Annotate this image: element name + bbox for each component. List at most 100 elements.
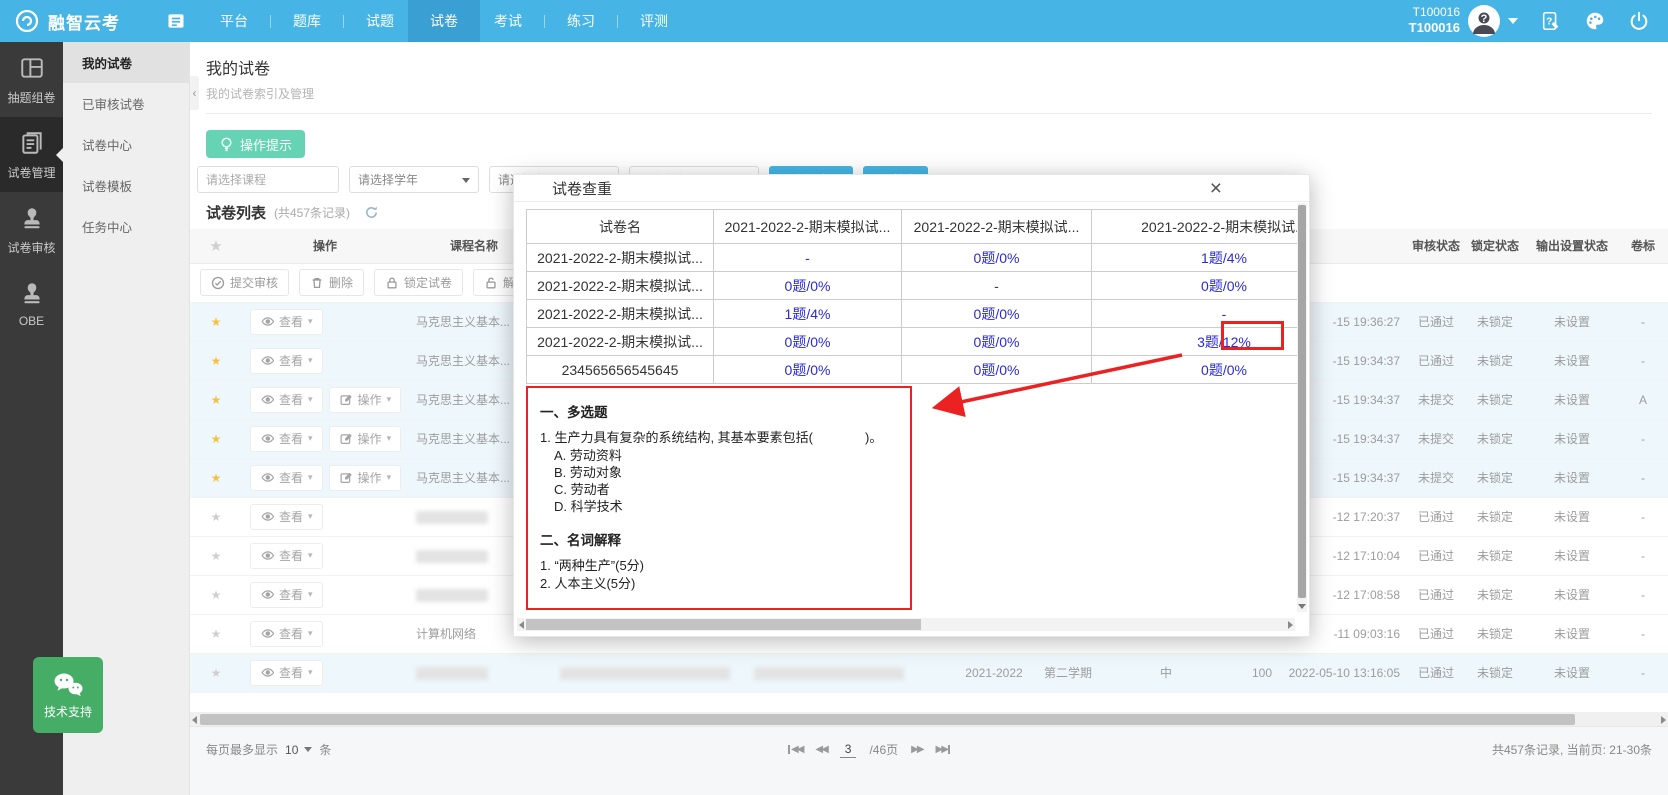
view-button[interactable]: 查看▾	[250, 309, 323, 335]
modal-vertical-scrollbar[interactable]	[1297, 203, 1307, 612]
first-page-button[interactable]: ◀◀	[788, 744, 802, 755]
scrollbar-thumb[interactable]	[526, 619, 921, 630]
duplicate-ratio-cell[interactable]: 0题/0%	[902, 356, 1092, 384]
nav-item-题库[interactable]: 题库	[279, 0, 335, 42]
submenu-item-已审核试卷[interactable]: 已审核试卷	[63, 83, 189, 124]
view-button[interactable]: 查看▾	[250, 660, 323, 686]
scroll-left-icon[interactable]	[519, 621, 524, 629]
modal-horizontal-scrollbar[interactable]	[517, 618, 1295, 631]
review-status-cell: 已通过	[1408, 614, 1464, 653]
锁定试卷-button[interactable]: 锁定试卷	[374, 269, 463, 296]
duplicate-ratio-cell[interactable]: 0题/0%	[1092, 356, 1299, 384]
view-button[interactable]: 查看▾	[250, 387, 323, 413]
view-button[interactable]: 查看▾	[250, 465, 323, 491]
star-filled-icon[interactable]: ★	[190, 302, 242, 341]
paper-label-cell: A	[1618, 380, 1668, 419]
duplicate-ratio-cell[interactable]: 0题/0%	[714, 356, 902, 384]
sidebar-item-OBE[interactable]: OBE	[0, 267, 63, 339]
review-status-cell: 已通过	[1408, 497, 1464, 536]
output-status-cell: 未设置	[1526, 302, 1618, 341]
scrollbar-thumb[interactable]	[1298, 205, 1306, 598]
menu-toggle-icon[interactable]	[166, 11, 186, 31]
chevron-down-icon: ▾	[308, 472, 313, 483]
user-menu-caret-icon[interactable]	[1508, 18, 1518, 24]
删除-button[interactable]: 删除	[299, 269, 364, 296]
sidebar-item-试卷审核[interactable]: 试卷审核	[0, 192, 63, 267]
duplicate-ratio-cell[interactable]: 0题/0%	[714, 328, 902, 356]
nav-item-试题[interactable]: 试题	[352, 0, 408, 42]
nav-item-考试[interactable]: 考试	[480, 0, 536, 42]
nav-item-练习[interactable]: 练习	[553, 0, 609, 42]
nav-item-评测[interactable]: 评测	[626, 0, 682, 42]
submenu-item-我的试卷[interactable]: 我的试卷	[63, 42, 189, 83]
star-empty-icon[interactable]: ★	[190, 614, 242, 653]
redacted-text	[754, 667, 904, 680]
operate-button[interactable]: 操作▾	[329, 387, 402, 413]
last-page-button[interactable]: ▶▶	[936, 744, 950, 755]
duplicate-ratio-cell[interactable]: 1题/4%	[1092, 244, 1299, 272]
star-filled-icon[interactable]: ★	[190, 419, 242, 458]
scroll-left-icon[interactable]	[192, 716, 197, 724]
duplicate-ratio-cell[interactable]: 0题/0%	[902, 300, 1092, 328]
star-filled-icon[interactable]: ★	[190, 458, 242, 497]
operate-button[interactable]: 操作▾	[329, 426, 402, 452]
duplicate-ratio-cell[interactable]: 0题/0%	[902, 328, 1092, 356]
nav-item-试卷[interactable]: 试卷	[408, 0, 480, 42]
sidebar-item-抽题组卷[interactable]: 抽题组卷	[0, 42, 63, 117]
svg-text:?: ?	[1481, 13, 1488, 25]
tech-support-button[interactable]: 技术支持	[33, 657, 103, 733]
scrollbar-thumb[interactable]	[200, 714, 1575, 725]
提交审核-button[interactable]: 提交审核	[200, 269, 289, 296]
refresh-icon[interactable]	[364, 205, 379, 220]
sidebar-item-试卷管理[interactable]: 试卷管理	[0, 117, 63, 192]
submenu-item-试卷模板[interactable]: 试卷模板	[63, 165, 189, 206]
question-line: 2. 人本主义(5分)	[540, 575, 898, 593]
duplicate-ratio-cell[interactable]: 1题/4%	[714, 300, 902, 328]
view-button[interactable]: 查看▾	[250, 543, 323, 569]
submenu-item-任务中心[interactable]: 任务中心	[63, 206, 189, 247]
star-empty-icon[interactable]: ★	[190, 536, 242, 575]
duplicate-ratio-cell[interactable]: 0题/0%	[1092, 272, 1299, 300]
star-filled-icon[interactable]: ★	[190, 341, 242, 380]
view-button[interactable]: 查看▾	[250, 582, 323, 608]
year-filter-select[interactable]: 请选择学年	[349, 166, 479, 193]
logout-power-icon[interactable]	[1628, 10, 1650, 32]
next-page-button[interactable]: ▶▶	[911, 744, 922, 755]
chevron-down-icon: ▾	[308, 589, 313, 600]
star-empty-icon[interactable]: ★	[190, 575, 242, 614]
duplicate-ratio-cell[interactable]: 0题/0%	[902, 244, 1092, 272]
star-empty-icon[interactable]: ★	[190, 653, 242, 692]
page-horizontal-scrollbar[interactable]	[190, 712, 1668, 727]
scroll-down-icon[interactable]	[1298, 604, 1306, 609]
per-page-select[interactable]: 10	[285, 743, 312, 757]
duplicate-ratio-cell[interactable]: 0题/0%	[714, 272, 902, 300]
submenu-item-试卷中心[interactable]: 试卷中心	[63, 124, 189, 165]
scroll-right-icon[interactable]	[1661, 716, 1666, 724]
view-button[interactable]: 查看▾	[250, 504, 323, 530]
operate-button[interactable]: 操作▾	[329, 465, 402, 491]
theme-palette-icon[interactable]	[1584, 10, 1606, 32]
avatar[interactable]: ?	[1468, 5, 1500, 37]
view-button[interactable]: 查看▾	[250, 348, 323, 374]
duplicate-ratio-cell[interactable]: -	[902, 272, 1092, 300]
prev-page-button[interactable]: ◀◀	[815, 744, 826, 755]
chevron-down-icon: ▾	[308, 355, 313, 366]
tips-button[interactable]: 操作提示	[206, 130, 305, 158]
star-empty-icon[interactable]: ★	[190, 497, 242, 536]
page-number-input[interactable]: 3	[840, 742, 857, 758]
scroll-right-icon[interactable]	[1288, 621, 1293, 629]
view-button[interactable]: 查看▾	[250, 621, 323, 647]
star-filled-icon[interactable]: ★	[190, 380, 242, 419]
nav-item-平台[interactable]: 平台	[206, 0, 262, 42]
brand-name: 融智云考	[48, 9, 120, 34]
close-icon[interactable]: ×	[1210, 176, 1222, 202]
duplicate-ratio-cell[interactable]: -	[714, 244, 902, 272]
view-button[interactable]: 查看▾	[250, 426, 323, 452]
sidebar-collapse-handle[interactable]: ‹	[190, 76, 199, 110]
batch-button-label: 删除	[329, 274, 353, 291]
question-line: B. 劳动对象	[540, 464, 898, 481]
help-icon[interactable]: ?	[1540, 10, 1562, 32]
user-block[interactable]: T100016 T100016 ?	[1409, 5, 1518, 37]
course-filter-input[interactable]	[197, 166, 339, 193]
row-actions-cell: 查看▾操作▾	[242, 458, 408, 497]
